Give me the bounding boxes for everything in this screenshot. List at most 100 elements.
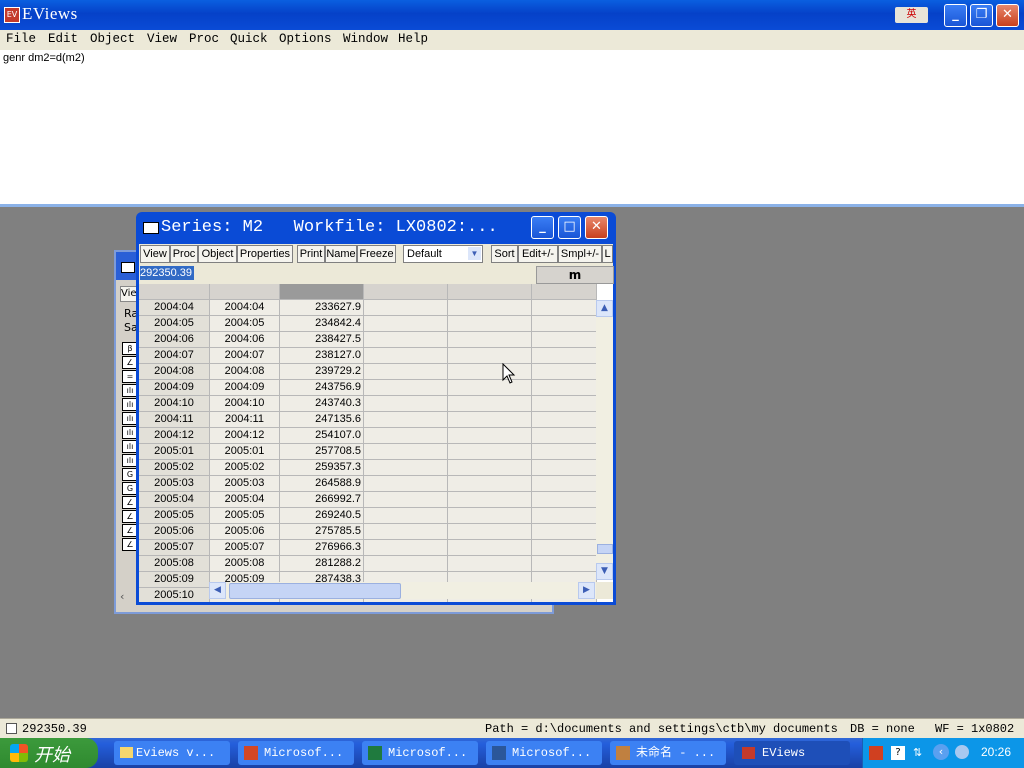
empty-cell[interactable] <box>364 524 448 540</box>
value-cell[interactable]: 247135.6 <box>280 412 364 428</box>
close-button[interactable]: ✕ <box>996 4 1019 27</box>
empty-cell[interactable] <box>448 524 532 540</box>
tray-globe-icon[interactable] <box>955 745 969 759</box>
empty-cell[interactable] <box>448 412 532 428</box>
table-row[interactable]: 2004:10 2004:10 243740.3 <box>139 396 597 412</box>
menu-view[interactable]: View <box>147 32 177 46</box>
column-header[interactable]: m <box>536 266 614 284</box>
task-word[interactable]: Microsof... <box>486 741 602 765</box>
empty-cell[interactable] <box>532 476 597 492</box>
empty-cell[interactable] <box>532 316 597 332</box>
empty-cell[interactable] <box>532 348 597 364</box>
menu-edit[interactable]: Edit <box>48 32 78 46</box>
eviews-app-icon[interactable]: EV <box>4 7 20 23</box>
menu-quick[interactable]: Quick <box>230 32 268 46</box>
value-cell[interactable]: 264588.9 <box>280 476 364 492</box>
scroll-left-icon[interactable]: ‹ <box>120 590 124 603</box>
date-cell[interactable]: 2004:05 <box>210 316 280 332</box>
workfile-title-bar[interactable] <box>116 252 138 280</box>
series-window[interactable]: Series: M2 Workfile: LX0802:... _ □ ✕ Vi… <box>136 212 616 605</box>
value-cell[interactable]: 269240.5 <box>280 508 364 524</box>
table-row[interactable]: 2004:06 2004:06 238427.5 <box>139 332 597 348</box>
series-spreadsheet[interactable]: 2004:04 2004:04 233627.9 2004:05 2004:05 2348… <box>139 284 613 602</box>
ime-indicator-icon[interactable]: 英 <box>895 7 928 23</box>
task-eviews[interactable]: EViews <box>734 741 850 765</box>
empty-cell[interactable] <box>364 300 448 316</box>
label-button[interactable]: L <box>602 245 613 263</box>
series-minimize-button[interactable]: _ <box>531 216 554 239</box>
empty-cell[interactable] <box>532 540 597 556</box>
empty-cell[interactable] <box>532 396 597 412</box>
sort-button[interactable]: Sort <box>491 245 518 263</box>
value-cell[interactable]: 239729.2 <box>280 364 364 380</box>
value-cell[interactable]: 243756.9 <box>280 380 364 396</box>
empty-cell[interactable] <box>532 332 597 348</box>
table-row[interactable]: 2005:07 2005:07 276966.3 <box>139 540 597 556</box>
date-cell[interactable]: 2005:05 <box>210 508 280 524</box>
empty-cell[interactable] <box>364 556 448 572</box>
task-powerpoint[interactable]: Microsof... <box>238 741 354 765</box>
properties-button[interactable]: Properties <box>237 245 293 263</box>
vertical-scroll-thumb[interactable] <box>597 544 613 554</box>
date-cell[interactable]: 2004:12 <box>210 428 280 444</box>
empty-cell[interactable] <box>364 476 448 492</box>
empty-cell[interactable] <box>448 444 532 460</box>
empty-cell[interactable] <box>448 396 532 412</box>
clock[interactable]: 20:26 <box>981 745 1011 759</box>
empty-cell[interactable] <box>364 508 448 524</box>
empty-cell[interactable] <box>364 540 448 556</box>
date-cell[interactable]: 2004:10 <box>210 396 280 412</box>
object-button[interactable]: Object <box>198 245 237 263</box>
menu-window[interactable]: Window <box>343 32 388 46</box>
empty-cell[interactable] <box>532 508 597 524</box>
empty-cell[interactable] <box>364 332 448 348</box>
edit-button[interactable]: Edit+/- <box>518 245 558 263</box>
minimize-button[interactable]: _ <box>944 4 967 27</box>
empty-cell[interactable] <box>448 300 532 316</box>
date-cell[interactable]: 2004:11 <box>210 412 280 428</box>
value-cell[interactable]: 275785.5 <box>280 524 364 540</box>
task-eviews-doc[interactable]: Eviews v... <box>114 741 230 765</box>
value-cell[interactable]: 233627.9 <box>280 300 364 316</box>
task-paint[interactable]: 未命名 - ... <box>610 741 726 765</box>
freeze-button[interactable]: Freeze <box>357 245 396 263</box>
proc-button[interactable]: Proc <box>170 245 198 263</box>
empty-cell[interactable] <box>532 380 597 396</box>
series-maximize-button[interactable]: □ <box>558 216 581 239</box>
table-row[interactable]: 2005:03 2005:03 264588.9 <box>139 476 597 492</box>
scroll-right-icon[interactable]: ▶ <box>578 582 595 599</box>
value-cell[interactable]: 234842.4 <box>280 316 364 332</box>
empty-cell[interactable] <box>532 492 597 508</box>
empty-cell[interactable] <box>448 332 532 348</box>
command-text[interactable]: genr dm2=d(m2) <box>3 52 85 64</box>
table-row[interactable]: 2004:11 2004:11 247135.6 <box>139 412 597 428</box>
chevron-down-icon[interactable]: ▼ <box>468 247 481 260</box>
date-cell[interactable]: 2005:06 <box>210 524 280 540</box>
start-button[interactable]: 开始 <box>0 738 98 768</box>
empty-cell[interactable] <box>532 364 597 380</box>
empty-cell[interactable] <box>448 540 532 556</box>
date-cell[interactable]: 2005:02 <box>210 460 280 476</box>
default-select[interactable]: Default ▼ <box>403 245 483 263</box>
empty-cell[interactable] <box>448 348 532 364</box>
help-icon[interactable]: ? <box>891 746 905 760</box>
date-cell[interactable]: 2004:08 <box>210 364 280 380</box>
horizontal-scroll-thumb[interactable] <box>229 583 401 599</box>
value-cell[interactable]: 266992.7 <box>280 492 364 508</box>
series-close-button[interactable]: ✕ <box>585 216 608 239</box>
horizontal-scrollbar[interactable]: ◀ ▶ <box>209 582 596 599</box>
empty-cell[interactable] <box>364 428 448 444</box>
value-cell[interactable]: 243740.3 <box>280 396 364 412</box>
empty-cell[interactable] <box>448 428 532 444</box>
value-cell[interactable]: 276966.3 <box>280 540 364 556</box>
date-cell[interactable]: 2005:07 <box>210 540 280 556</box>
cell-edit-field[interactable]: 292350.39 <box>140 266 194 280</box>
scroll-left-icon[interactable]: ◀ <box>209 582 226 599</box>
empty-cell[interactable] <box>448 380 532 396</box>
menu-file[interactable]: File <box>6 32 36 46</box>
empty-cell[interactable] <box>532 556 597 572</box>
task-excel[interactable]: Microsof... <box>362 741 478 765</box>
empty-cell[interactable] <box>364 316 448 332</box>
date-cell[interactable]: 2004:09 <box>210 380 280 396</box>
date-cell[interactable]: 2004:07 <box>210 348 280 364</box>
